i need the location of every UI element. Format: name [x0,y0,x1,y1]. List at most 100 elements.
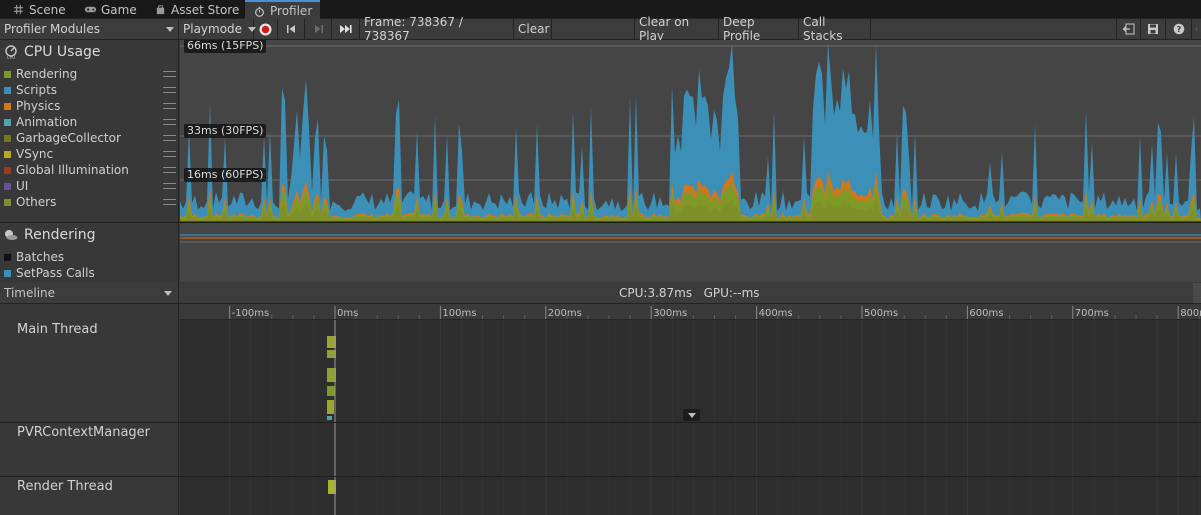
tab-profiler[interactable]: Profiler [245,0,321,20]
cpu-legend-item[interactable]: Global Illumination [4,162,176,178]
ruler-label: 100ms [442,308,476,319]
profiler-toolbar: Profiler Modules Playmode Frame: 738367 … [0,15,1201,43]
clear-on-play-label: Clear on Play [639,15,690,43]
profiler-sample[interactable] [327,416,332,420]
rendering-chart[interactable] [180,223,1201,282]
rendering-legend-item[interactable]: SetPass Calls [4,265,176,281]
first-frame-button[interactable] [278,19,305,39]
cpu-usage-chart[interactable]: 66ms (15FPS) 33ms (30FPS) 16ms (60FPS) [180,40,1201,222]
cpu-legend-item[interactable]: GarbageCollector [4,130,176,146]
timeline-scrollbar[interactable] [1193,283,1201,303]
tab-game[interactable]: Game [76,0,145,19]
cpu-legend-item[interactable]: Rendering [4,66,176,82]
ruler-label: 300ms [653,308,687,319]
grid-icon [13,4,24,15]
profiler-modules-label: Profiler Modules [4,22,100,36]
profiler-sample[interactable] [327,386,335,396]
legend-label: UI [16,179,29,193]
more-menu-button[interactable] [1192,19,1201,39]
cpu-usage-graph [180,43,1201,221]
deep-profile-label: Deep Profile [723,15,761,43]
drag-handle-icon[interactable] [163,199,176,205]
thread-pvr-context-manager[interactable]: PVRContextManager [17,425,150,440]
legend-label: Animation [16,115,78,129]
drag-handle-icon[interactable] [163,87,176,93]
clear-label: Clear [518,22,550,36]
view-mode-label: Timeline [4,286,56,300]
expand-thread-button[interactable] [683,409,700,421]
profiler-modules-dropdown[interactable]: Profiler Modules [0,19,179,39]
legend-swatch [4,182,11,190]
playmode-dropdown[interactable]: Playmode [179,19,257,39]
ruler-label: 600ms [969,308,1003,319]
svg-text:?: ? [1176,25,1181,34]
legend-swatch [4,150,11,158]
cpu-legend-item[interactable]: Others [4,194,176,210]
cpu-legend-item[interactable]: UI [4,178,176,194]
legend-swatch [4,269,11,277]
legend-label: Global Illumination [16,163,129,177]
fps-marker-16ms: 16ms (60FPS) [184,168,267,182]
record-button[interactable] [254,19,278,39]
editor-tab-bar: Scene Game Asset Store Profiler [0,0,1201,20]
bag-icon [156,5,165,15]
deep-profile-toggle[interactable]: Deep Profile [719,15,799,43]
svg-text:CPU: CPU [7,55,15,59]
legend-swatch [4,253,11,261]
view-mode-dropdown[interactable]: Timeline [0,283,179,303]
load-button[interactable] [1116,19,1141,39]
load-icon [1122,23,1135,35]
drag-handle-icon[interactable] [163,119,176,125]
drag-handle-icon[interactable] [163,151,176,157]
ruler-label: 500ms [864,308,898,319]
rendering-icon [5,230,18,240]
legend-swatch [4,134,11,142]
legend-label: Others [16,195,57,209]
timeline-tracks[interactable] [180,320,1201,515]
drag-handle-icon[interactable] [163,71,176,77]
time-ruler[interactable]: -100ms 0ms 100ms 200ms 300ms 400ms 500ms 600ms 7… [180,304,1201,320]
call-stacks-label: Call Stacks [803,15,843,43]
save-button[interactable] [1141,19,1166,39]
tab-scene[interactable]: Scene [4,0,74,19]
cpu-module-header[interactable]: CPU CPU Usage [4,44,101,60]
drag-handle-icon[interactable] [163,135,176,141]
legend-swatch [4,86,11,94]
call-stacks-toggle[interactable]: Call Stacks [799,15,871,43]
thread-divider [0,422,1201,423]
tab-game-label: Game [101,2,137,17]
time-ruler-ticks: -100ms 0ms 100ms 200ms 300ms 400ms 500ms 600ms 7… [229,306,1201,319]
legend-label: VSync [16,147,54,161]
cpu-legend-item[interactable]: VSync [4,146,176,162]
clear-on-play-toggle[interactable]: Clear on Play [635,15,719,43]
playmode-label: Playmode [183,22,243,36]
drag-handle-icon[interactable] [163,183,176,189]
rendering-module-title: Rendering [24,227,96,243]
legend-label: SetPass Calls [16,266,95,280]
profiler-sample[interactable] [327,400,334,414]
chevron-down-icon [166,26,174,32]
cpu-legend-item[interactable]: Animation [4,114,176,130]
drag-handle-icon[interactable] [163,167,176,173]
legend-label: Scripts [16,83,58,97]
cpu-legend-item[interactable]: Scripts [4,82,176,98]
thread-render[interactable]: Render Thread [17,479,113,494]
ruler-label: 800ms [1180,308,1201,319]
drag-handle-icon[interactable] [163,103,176,109]
current-frame-button[interactable] [332,19,360,39]
thread-main[interactable]: Main Thread [17,322,98,337]
clear-button[interactable]: Clear [514,19,552,39]
rendering-legend-item[interactable]: Batches [4,249,176,265]
tab-asset-store[interactable]: Asset Store [146,0,247,19]
chevron-down-icon [687,412,696,418]
ruler-label: 700ms [1075,308,1109,319]
thread-divider [0,476,1201,477]
next-frame-button[interactable] [305,19,332,39]
rendering-module-header[interactable]: Rendering [4,227,96,243]
skip-back-icon [286,25,295,33]
help-button[interactable]: ? [1166,19,1192,39]
frame-counter: Frame: 738367 / 738367 [360,15,514,43]
fast-forward-icon [339,25,352,33]
toolbar-spacer [552,19,635,39]
cpu-legend-item[interactable]: Physics [4,98,176,114]
